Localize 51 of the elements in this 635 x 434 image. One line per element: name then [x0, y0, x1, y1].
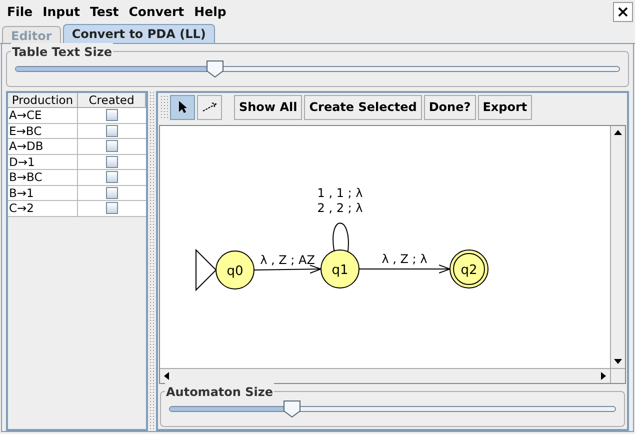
- state-label: q2: [460, 263, 478, 278]
- toolbar-grip: [160, 95, 168, 119]
- vertical-scrollbar[interactable]: [610, 126, 625, 368]
- transition-label: λ , Z ; λ: [382, 252, 428, 266]
- transition-label: λ , Z ; AZ: [260, 253, 315, 267]
- slider-thumb[interactable]: [206, 60, 224, 78]
- split-handle[interactable]: [149, 91, 155, 431]
- tab[interactable]: Convert to PDA (LL): [62, 24, 215, 43]
- menu-item[interactable]: Test: [84, 2, 124, 22]
- horizontal-scrollbar[interactable]: [160, 368, 610, 383]
- checkbox[interactable]: [106, 186, 118, 199]
- table-cell: A→CE: [8, 108, 78, 122]
- checkbox[interactable]: [106, 140, 118, 152]
- checkbox[interactable]: [106, 202, 118, 214]
- transition-label: 2 , 2 ; λ: [317, 201, 363, 215]
- table-cell: B→BC: [8, 170, 78, 184]
- table-cell: D→1: [8, 154, 78, 169]
- slider-thumb[interactable]: [282, 400, 301, 418]
- checkbox[interactable]: [106, 124, 118, 137]
- pointer-tool-button[interactable]: [170, 94, 195, 120]
- table-cell: C→2: [8, 201, 78, 216]
- toolbar-button[interactable]: Done?: [424, 94, 476, 120]
- checkbox[interactable]: [106, 156, 118, 168]
- menu-item[interactable]: Input: [38, 2, 85, 22]
- state-node[interactable]: [450, 250, 488, 288]
- menu-item[interactable]: File: [2, 2, 38, 22]
- checkbox[interactable]: [106, 109, 118, 122]
- slider[interactable]: [169, 400, 616, 418]
- state-label: q0: [226, 264, 244, 279]
- state-node[interactable]: [320, 250, 360, 288]
- state-label: q1: [332, 263, 348, 278]
- slider[interactable]: [15, 60, 620, 78]
- automaton-canvas[interactable]: λ , Z ; AZ 1 , 1 ; λ 2 , 2 ; λ λ , Z ; λ q0 q1 q2: [160, 126, 610, 368]
- column-header: Created: [78, 93, 146, 107]
- menu-item[interactable]: Help: [189, 2, 232, 22]
- checkbox[interactable]: [106, 171, 118, 184]
- transition-label: 1 , 1 ; λ: [317, 186, 363, 200]
- toolbar-button[interactable]: Create Selected: [304, 94, 422, 120]
- transition-tool-button[interactable]: [197, 94, 222, 120]
- menu-item[interactable]: Convert: [124, 2, 190, 22]
- table-cell: A→DB: [8, 139, 78, 154]
- table-cell: E→BC: [8, 124, 78, 138]
- column-header: Production: [8, 93, 78, 107]
- cursor-icon: [178, 100, 188, 114]
- arrow-icon: [202, 102, 218, 112]
- table-cell: B→1: [8, 186, 78, 200]
- toolbar-button[interactable]: Show All: [234, 94, 302, 120]
- transition-arrow: [254, 264, 322, 274]
- close-button[interactable]: ×: [613, 2, 633, 22]
- state-node[interactable]: [216, 250, 254, 290]
- toolbar-button[interactable]: Export: [478, 94, 532, 120]
